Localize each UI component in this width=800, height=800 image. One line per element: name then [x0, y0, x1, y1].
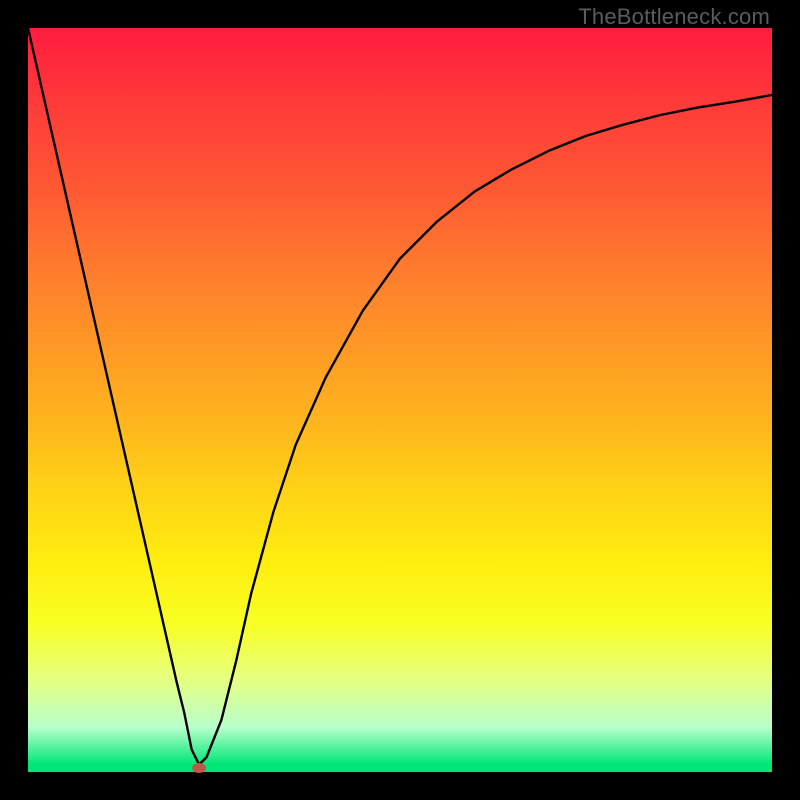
plot-area [28, 28, 772, 772]
bottleneck-curve [28, 28, 772, 772]
watermark-text: TheBottleneck.com [578, 4, 770, 30]
chart-frame: TheBottleneck.com [0, 0, 800, 800]
minimum-marker [192, 763, 206, 773]
curve-path [28, 28, 772, 765]
